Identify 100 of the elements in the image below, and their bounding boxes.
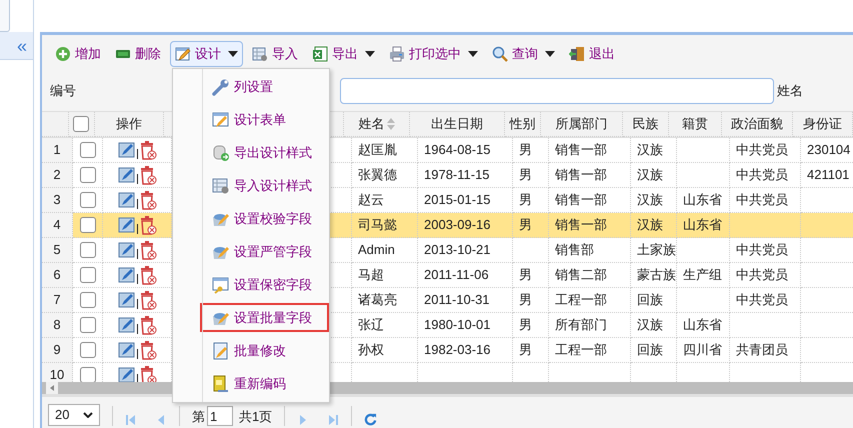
menu-item[interactable]: 列设置	[200, 72, 329, 101]
edit-icon[interactable]	[118, 166, 136, 184]
row-checkbox[interactable]	[80, 142, 96, 158]
row-number: 6	[53, 266, 61, 284]
trash-icon[interactable]	[138, 240, 156, 260]
table-cell-text: 张翼德	[358, 166, 397, 184]
trash-icon[interactable]	[138, 140, 156, 160]
collapse-button[interactable]: «	[0, 32, 33, 60]
chevron-down-icon	[83, 412, 93, 418]
table-cell-text: 回族	[637, 291, 663, 310]
table-cell-text: 山东省	[683, 191, 722, 210]
table-cell-text: 汉族	[637, 141, 663, 160]
caret-icon	[365, 51, 375, 57]
trash-icon[interactable]	[138, 165, 156, 185]
separator-bar	[136, 174, 138, 184]
column-header[interactable]: 籍贯	[682, 114, 708, 134]
table-cell-text: 销售一部	[555, 191, 607, 210]
edit-icon[interactable]	[118, 266, 136, 284]
table-cell-text: 工程一部	[555, 341, 607, 360]
trash-icon[interactable]	[138, 265, 156, 285]
page-size-select[interactable]: 20	[48, 404, 100, 426]
row-checkbox[interactable]	[80, 167, 96, 183]
edit-icon[interactable]	[118, 241, 136, 259]
edit-icon[interactable]	[118, 191, 136, 209]
menu-item[interactable]: 批量修改	[200, 336, 329, 365]
row-checkbox[interactable]	[80, 292, 96, 308]
trash-icon[interactable]	[138, 340, 156, 360]
page-total: 共1页	[239, 408, 272, 426]
notebook-icon	[212, 374, 230, 392]
column-header[interactable]: 民族	[632, 114, 658, 134]
refresh-icon[interactable]	[364, 413, 378, 426]
toolbar-button[interactable]: 导入	[247, 41, 303, 67]
table-cell-text: 山东省	[683, 216, 722, 234]
search-field[interactable]	[340, 78, 774, 104]
column-header[interactable]: 姓名	[358, 114, 384, 134]
edit-icon[interactable]	[118, 316, 136, 334]
column-header[interactable]: 出生日期	[431, 114, 483, 134]
separator-bar	[136, 374, 138, 382]
separator-bar	[136, 249, 138, 259]
toolbar-button[interactable]: 导出	[307, 41, 380, 67]
table-cell-text: 土家族	[637, 241, 676, 260]
edit-icon[interactable]	[118, 341, 136, 359]
trash-icon[interactable]	[138, 290, 156, 310]
page-number-field[interactable]: 1	[207, 406, 233, 426]
table-cell-text: 蒙古族	[637, 266, 676, 284]
header-checkbox[interactable]	[73, 116, 90, 132]
edit-icon[interactable]	[118, 216, 136, 234]
row-number: 1	[53, 141, 61, 160]
toolbar-button[interactable]: 设计	[170, 41, 243, 67]
edit-icon[interactable]	[118, 141, 136, 159]
spreadsheet-icon	[312, 46, 328, 62]
table-cell-text: 工程一部	[555, 291, 607, 310]
table-cell-text: 汉族	[637, 316, 663, 334]
row-checkbox[interactable]	[80, 317, 96, 333]
menu-item[interactable]: 设计表单	[200, 105, 329, 134]
row-checkbox[interactable]	[80, 242, 96, 258]
menu-item[interactable]: 设置严管字段	[200, 237, 329, 266]
trash-icon[interactable]	[138, 365, 156, 382]
page-prefix: 第	[192, 408, 205, 426]
toolbar-button[interactable]: 删除	[110, 41, 166, 67]
table-cell-text: 男	[519, 141, 532, 160]
table-cell-text: 销售一部	[555, 216, 607, 234]
table-cell-text: 共青团员	[736, 341, 788, 360]
column-header[interactable]: 身份证	[803, 114, 842, 134]
table-cell-text: 司马懿	[358, 216, 397, 234]
row-checkbox[interactable]	[80, 192, 96, 208]
table-cell-text: 中共党员	[736, 266, 788, 284]
menu-item[interactable]: 设置批量字段	[200, 303, 329, 332]
row-checkbox[interactable]	[80, 342, 96, 358]
row-checkbox[interactable]	[80, 217, 96, 233]
table-cell-text: 2013-10-21	[424, 241, 490, 260]
row-checkbox[interactable]	[80, 367, 96, 382]
column-header[interactable]: 操作	[116, 114, 142, 134]
table-cell-text: 1964-08-15	[424, 141, 490, 160]
row-checkbox[interactable]	[80, 267, 96, 283]
column-header[interactable]: 性别	[510, 114, 536, 134]
table-cell-text: 男	[519, 291, 532, 310]
table-cell-text: 421101	[807, 166, 850, 184]
trash-icon[interactable]	[138, 315, 156, 335]
search-icon	[492, 46, 508, 62]
separator-bar	[136, 324, 138, 334]
toolbar-button[interactable]: 增加	[50, 41, 106, 67]
trash-icon[interactable]	[138, 190, 156, 210]
edit-icon[interactable]	[118, 366, 136, 382]
edit-icon[interactable]	[118, 291, 136, 309]
table-cell-text: 孙权	[358, 341, 384, 360]
row-number: 4	[53, 216, 61, 234]
toolbar-button[interactable]: 退出	[564, 41, 620, 67]
table-cell-text: 马超	[358, 266, 384, 284]
trash-icon[interactable]	[138, 215, 156, 235]
caret-icon	[545, 51, 555, 57]
table-cell-text: 中共党员	[736, 191, 788, 210]
row-number: 9	[53, 341, 61, 360]
toolbar-button[interactable]: 打印选中	[384, 41, 483, 67]
column-header[interactable]: 政治面貌	[731, 114, 783, 134]
table-cell-text: 汉族	[637, 216, 663, 234]
column-header[interactable]: 所属部门	[556, 114, 608, 134]
scroll-left-icon[interactable]	[46, 382, 58, 394]
toolbar-button[interactable]: 查询	[487, 41, 560, 67]
separator-bar	[136, 199, 138, 209]
